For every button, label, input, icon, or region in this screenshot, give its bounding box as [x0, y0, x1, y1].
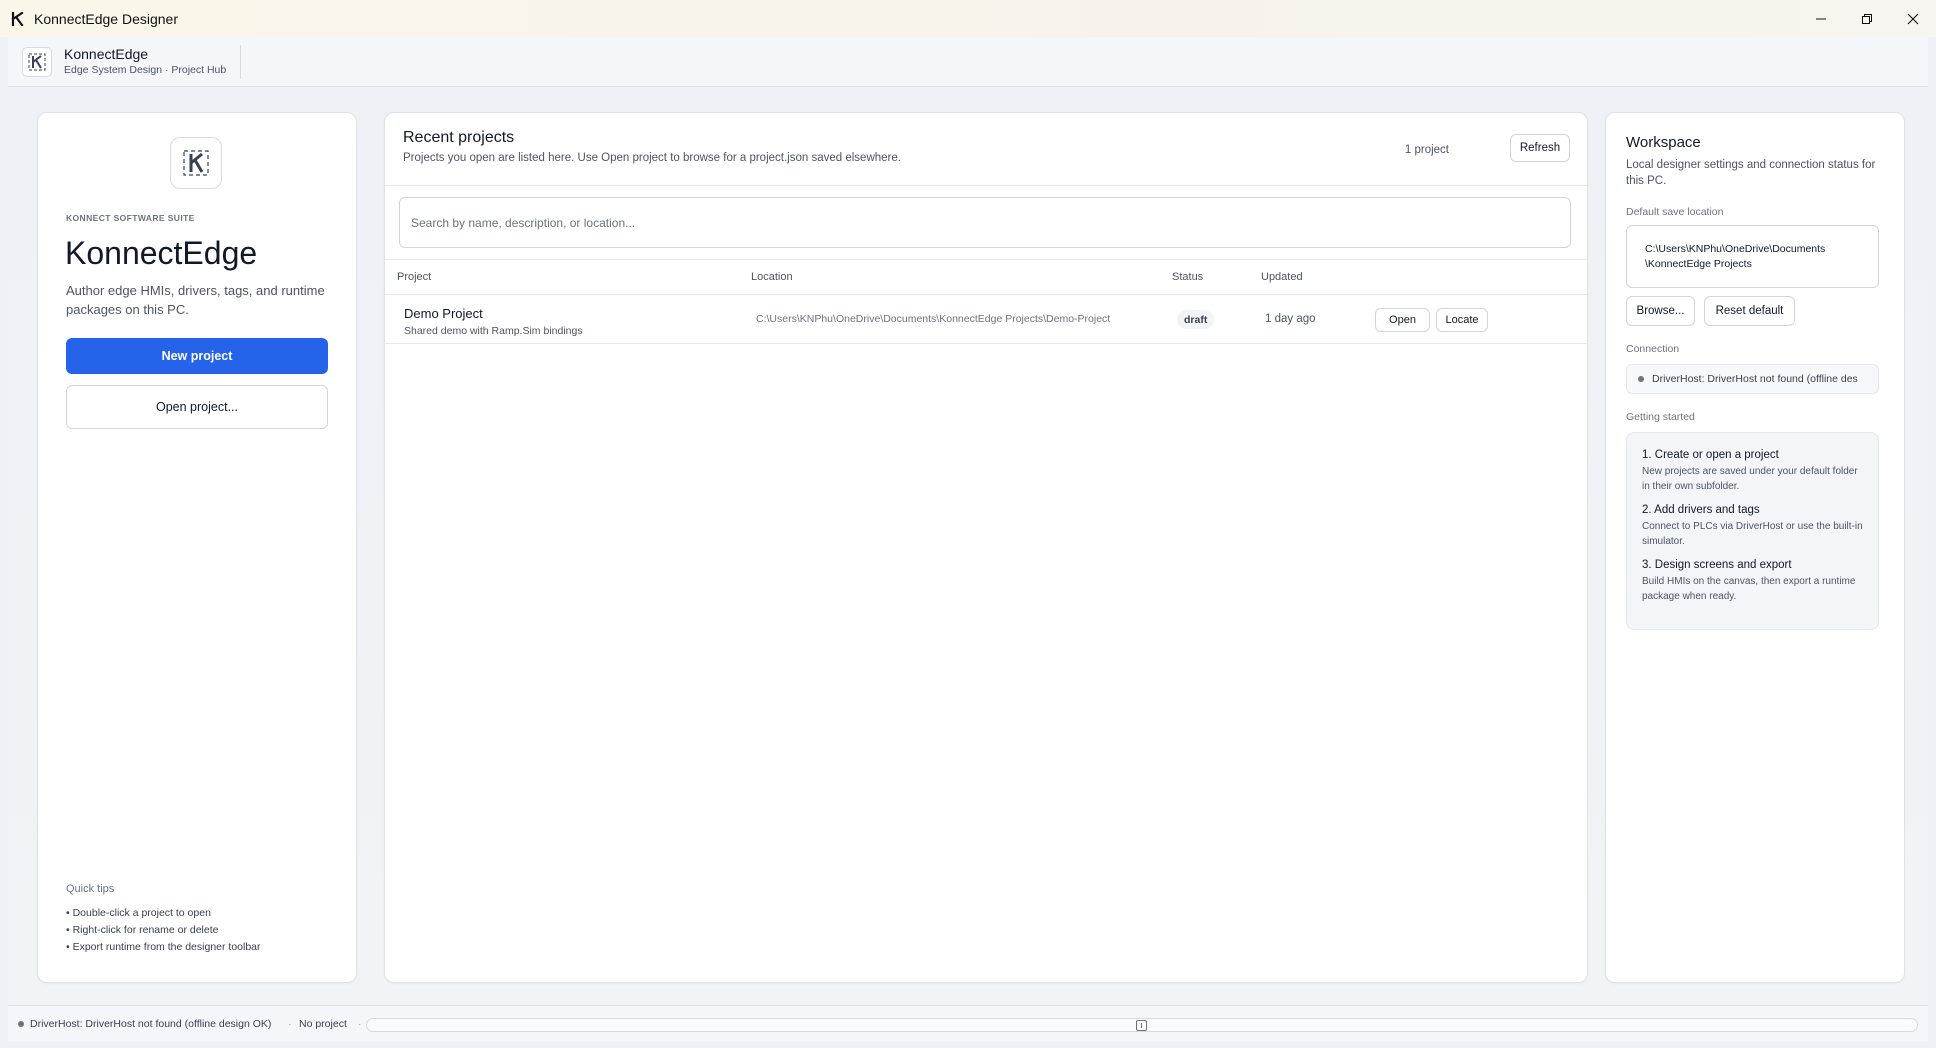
main-area: KONNECT SOFTWARE SUITE KonnectEdge Autho… [8, 87, 1928, 1005]
getting-started-label: Getting started [1626, 411, 1695, 423]
app-logo-icon [9, 10, 27, 28]
window-title: KonnectEdge Designer [34, 10, 178, 27]
step-title: 2. Add drivers and tags [1642, 504, 1760, 516]
step-description: New projects are saved under your defaul… [1642, 466, 1858, 492]
open-button[interactable]: Open [1375, 308, 1430, 332]
scroll-handle-icon[interactable] [1136, 1020, 1147, 1031]
suite-label: KONNECT SOFTWARE SUITE [66, 213, 195, 223]
recent-projects-subtitle: Projects you open are listed here. Use O… [403, 152, 901, 164]
window-controls [1798, 0, 1936, 37]
recent-projects-title: Recent projects [403, 129, 515, 146]
statusbar-project: No project [299, 1018, 347, 1030]
statusbar-separator: · [288, 1018, 292, 1030]
table-header: Project Location Status Updated [385, 259, 1587, 295]
step-title: 1. Create or open a project [1642, 449, 1779, 461]
divider [385, 185, 1587, 186]
statusbar-scrollbar[interactable] [366, 1018, 1918, 1032]
save-path-line: C:\Users\KNPhu\OneDrive\Documents [1645, 243, 1826, 255]
statusbar-separator: · [358, 1018, 362, 1030]
welcome-panel: KONNECT SOFTWARE SUITE KonnectEdge Autho… [37, 112, 357, 983]
connection-label: Connection [1626, 343, 1680, 355]
konnect-logo-icon [170, 137, 222, 189]
status-badge: draft [1177, 310, 1215, 329]
status-dot-icon [1638, 376, 1644, 382]
recent-projects-panel: Recent projects Projects you open are li… [384, 112, 1588, 983]
app-header: KonnectEdge Edge System Design · Project… [8, 37, 1928, 87]
status-bar: DriverHost: DriverHost not found (offlin… [8, 1005, 1928, 1041]
getting-started-box: 1. Create or open a project New projects… [1626, 432, 1879, 630]
project-name: Demo Project [404, 306, 483, 321]
step-description: Build HMIs on the canvas, then export a … [1642, 576, 1856, 602]
minimize-icon [1816, 18, 1826, 19]
column-header-status[interactable]: Status [1172, 271, 1203, 283]
quick-tips-title: Quick tips [66, 883, 115, 895]
title-bar: KonnectEdge Designer [0, 0, 1936, 37]
refresh-button[interactable]: Refresh [1510, 134, 1570, 162]
locate-button[interactable]: Locate [1436, 308, 1488, 332]
workspace-description: Local designer settings and connection s… [1626, 159, 1876, 187]
restore-button[interactable] [1844, 0, 1890, 37]
step-description: Connect to PLCs via DriverHost or use th… [1642, 521, 1863, 547]
workspace-panel: Workspace Local designer settings and co… [1605, 112, 1905, 983]
close-icon [1907, 13, 1919, 24]
app-window: KonnectEdge Designer KonnectEdge Edge Sy… [0, 0, 1936, 1048]
brand-logo-icon [22, 46, 52, 77]
brand-subtitle: Edge System Design · Project Hub [64, 63, 227, 76]
hero-description: Author edge HMIs, drivers, tags, and run… [66, 283, 325, 317]
recent-projects-header: Recent projects Projects you open are li… [403, 129, 901, 164]
browse-button[interactable]: Browse... [1626, 296, 1695, 326]
quick-tip: • Double-click a project to open [66, 907, 211, 919]
getting-started-step: 2. Add drivers and tags Connect to PLCs … [1642, 504, 1864, 549]
reset-default-button[interactable]: Reset default [1704, 296, 1795, 326]
step-title: 3. Design screens and export [1642, 559, 1792, 571]
quick-tip: • Export runtime from the designer toolb… [66, 941, 261, 953]
quick-tips-list: • Double-click a project to open • Right… [66, 905, 261, 956]
save-path-line: \KonnectEdge Projects [1645, 258, 1752, 270]
status-dot-icon [18, 1021, 24, 1027]
statusbar-connection: DriverHost: DriverHost not found (offlin… [30, 1018, 272, 1030]
project-updated: 1 day ago [1265, 313, 1316, 325]
quick-tip: • Right-click for rename or delete [66, 924, 219, 936]
column-header-updated[interactable]: Updated [1261, 271, 1303, 283]
project-description: Shared demo with Ramp.Sim bindings [404, 325, 583, 337]
minimize-button[interactable] [1798, 0, 1844, 37]
project-count: 1 project [1404, 144, 1449, 156]
table-row[interactable]: Demo Project Shared demo with Ramp.Sim b… [385, 295, 1587, 344]
save-location-label: Default save location [1626, 206, 1724, 218]
connection-status: DriverHost: DriverHost not found (offlin… [1626, 364, 1879, 394]
getting-started-step: 3. Design screens and export Build HMIs … [1642, 559, 1864, 604]
brand-text: KonnectEdge Edge System Design · Project… [64, 44, 242, 79]
column-header-location[interactable]: Location [751, 271, 793, 283]
project-location: C:\Users\KNPhu\OneDrive\Documents\Konnec… [756, 313, 1111, 325]
open-project-button[interactable]: Open project... [66, 385, 328, 429]
connection-status-text: DriverHost: DriverHost not found (offlin… [1652, 373, 1858, 385]
workspace-title: Workspace [1626, 134, 1701, 151]
new-project-button[interactable]: New project [66, 338, 328, 374]
getting-started-step: 1. Create or open a project New projects… [1642, 449, 1864, 494]
restore-icon [1862, 13, 1872, 24]
search-input[interactable] [399, 197, 1571, 248]
close-button[interactable] [1890, 0, 1936, 37]
brand-name: KonnectEdge [64, 45, 149, 62]
column-header-project[interactable]: Project [397, 271, 431, 283]
hero-title: KonnectEdge [65, 235, 258, 271]
save-location-path: C:\Users\KNPhu\OneDrive\Documents \Konne… [1626, 225, 1879, 288]
